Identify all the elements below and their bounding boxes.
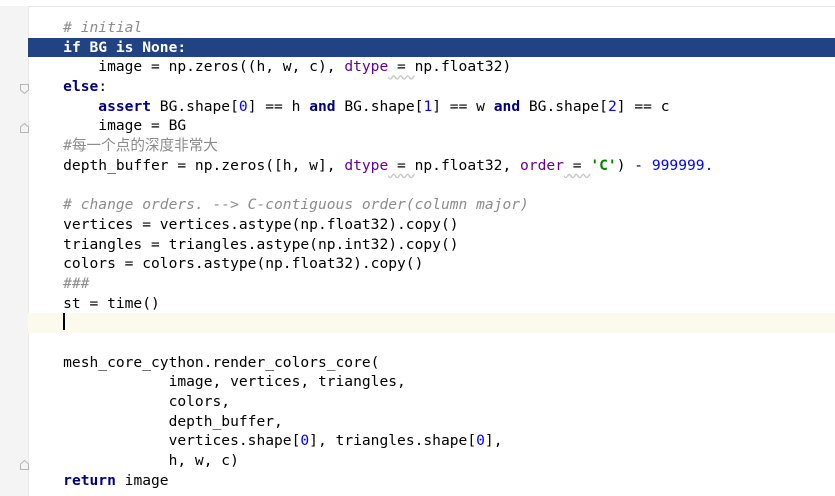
- code-line[interactable]: [28, 333, 835, 353]
- code-line[interactable]: st = time(): [28, 294, 835, 314]
- code-token: #每一个点的深度非常大: [63, 137, 218, 155]
- code-line[interactable]: h, w, c): [28, 451, 835, 471]
- code-token: if BG is None:: [63, 38, 187, 56]
- editor-gutter: [0, 6, 29, 496]
- code-line[interactable]: assert BG.shape[0] == h and BG.shape[1] …: [28, 97, 835, 117]
- code-token: ] == h: [247, 97, 310, 115]
- code-token: order: [520, 156, 564, 174]
- code-token: and: [309, 97, 336, 115]
- code-line[interactable]: vertices.shape[0], triangles.shape[0],: [28, 431, 835, 451]
- code-token: vertices.shape[: [28, 432, 301, 450]
- editor-top-border: [0, 0, 835, 7]
- code-line[interactable]: depth_buffer,: [28, 412, 835, 432]
- code-token: 0: [238, 97, 248, 115]
- code-line[interactable]: vertices = vertices.astype(np.float32).c…: [28, 215, 835, 235]
- code-token: assert: [98, 97, 152, 115]
- code-token: dtype: [344, 156, 389, 174]
- code-line[interactable]: if BG is None:: [28, 37, 835, 58]
- code-token: triangles = triangles.astype(np.int32).c…: [28, 235, 459, 253]
- code-line[interactable]: mesh_core_cython.render_colors_core(: [28, 353, 835, 373]
- code-token: np.float32,: [414, 156, 521, 174]
- code-line[interactable]: [28, 176, 835, 196]
- code-token: h, w, c): [28, 452, 239, 470]
- code-line[interactable]: depth_buffer = np.zeros([h, w], dtype = …: [28, 156, 835, 176]
- code-token: else: [63, 78, 99, 96]
- code-line[interactable]: ###: [28, 274, 835, 294]
- code-token: ] == c: [616, 97, 670, 115]
- code-token: and: [493, 97, 521, 115]
- code-token: BG.shape[: [520, 97, 608, 115]
- code-token: 1: [423, 97, 433, 115]
- code-token: colors,: [28, 393, 231, 411]
- code-line[interactable]: # change orders. --> C-contiguous order(…: [28, 195, 835, 215]
- code-token: =: [563, 156, 591, 174]
- code-token: image, vertices, triangles,: [28, 373, 406, 391]
- code-token: mesh_core_cython.render_colors_core(: [28, 353, 380, 371]
- code-line[interactable]: colors,: [28, 392, 835, 412]
- code-line[interactable]: return image: [28, 471, 835, 491]
- code-area[interactable]: # initial if BG is None: image = np.zero…: [28, 18, 835, 491]
- code-token: ###: [63, 274, 90, 292]
- code-token: ) -: [616, 156, 652, 174]
- code-token: return: [63, 471, 116, 489]
- code-token: image: [115, 471, 169, 489]
- code-token: BG.shape[: [151, 97, 239, 115]
- code-line[interactable]: colors = colors.astype(np.float32).copy(…: [28, 254, 835, 274]
- code-token: np.float32): [414, 58, 512, 76]
- code-token: 0: [300, 432, 310, 450]
- code-token: image = BG: [28, 117, 187, 135]
- code-editor[interactable]: # initial if BG is None: image = np.zero…: [0, 0, 835, 496]
- code-token: image = np.zeros((h, w, c),: [28, 58, 345, 76]
- code-token: ] == w: [432, 97, 494, 115]
- code-token: :: [98, 78, 108, 96]
- code-token: =: [388, 58, 415, 76]
- code-line[interactable]: #每一个点的深度非常大: [28, 136, 835, 156]
- code-token: colors = colors.astype(np.float32).copy(…: [28, 255, 424, 273]
- code-line[interactable]: triangles = triangles.astype(np.int32).c…: [28, 235, 835, 255]
- code-token: BG.shape[: [335, 97, 424, 115]
- code-token: # initial: [63, 19, 143, 36]
- code-token: =: [388, 156, 415, 174]
- code-token: 2: [607, 97, 617, 115]
- code-token: depth_buffer = np.zeros([h, w],: [28, 156, 345, 174]
- code-line[interactable]: else:: [28, 77, 835, 97]
- code-token: st = time(): [28, 294, 160, 312]
- code-line[interactable]: [28, 313, 835, 333]
- code-token: # change orders. --> C-contiguous order(…: [63, 196, 529, 214]
- code-token: ], triangles.shape[: [309, 432, 477, 450]
- code-token: 'C': [590, 156, 617, 174]
- code-token: 999999.: [651, 156, 714, 174]
- code-token: depth_buffer,: [28, 412, 283, 430]
- code-token: ],: [484, 432, 503, 450]
- code-token: 0: [476, 432, 485, 450]
- code-token: dtype: [344, 58, 389, 76]
- code-token: vertices = vertices.astype(np.float32).c…: [28, 215, 459, 233]
- code-line[interactable]: image = BG: [28, 116, 835, 136]
- code-line[interactable]: image = np.zeros((h, w, c), dtype = np.f…: [28, 57, 835, 77]
- code-line[interactable]: image, vertices, triangles,: [28, 372, 835, 392]
- text-caret: [63, 313, 66, 331]
- code-line[interactable]: # initial: [28, 18, 835, 38]
